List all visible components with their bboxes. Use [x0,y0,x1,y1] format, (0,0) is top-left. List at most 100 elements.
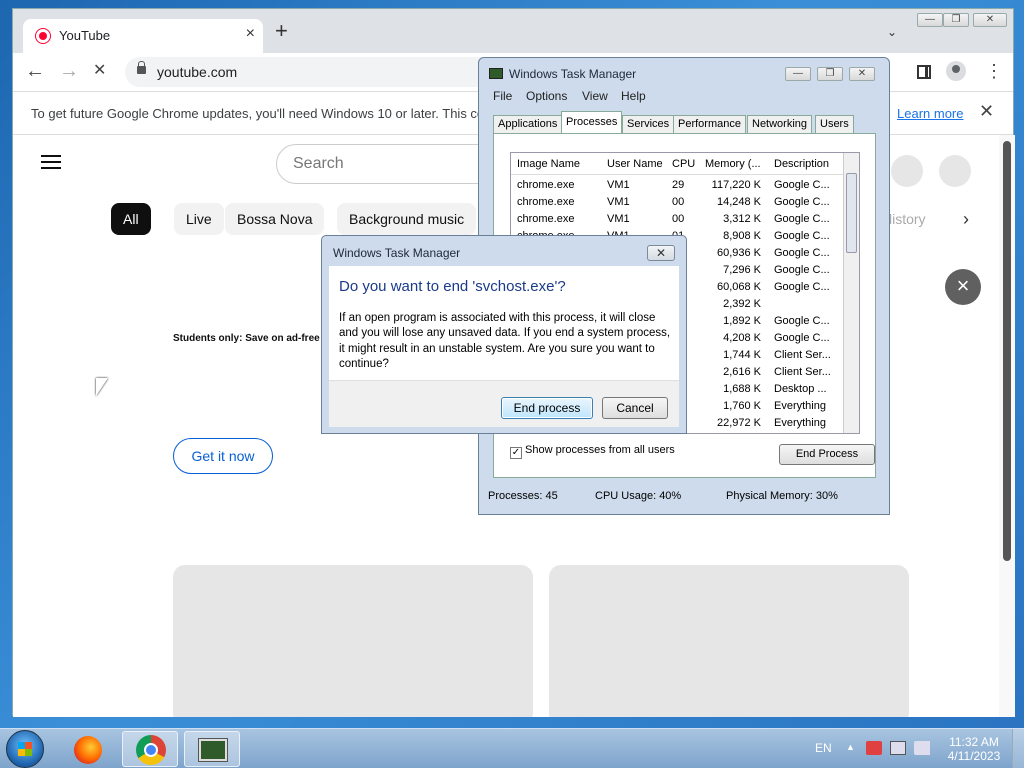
profile-icon[interactable] [946,61,966,81]
close-icon[interactable]: ✕ [647,245,675,261]
dialog-message: If an open program is associated with th… [339,312,671,370]
minimize-button[interactable]: — [917,13,943,27]
cell-description: Google C... [774,230,830,242]
placeholder-avatar [939,155,971,187]
scroll-thumb[interactable] [1003,141,1011,561]
tab-networking[interactable]: Networking [747,115,813,133]
menu-view[interactable]: View [582,89,608,103]
cell-memory: 7,296 K [723,264,761,276]
chip-partial[interactable]: listory [889,211,926,227]
dialog-body: Do you want to end 'svchost.exe'? If an … [329,266,679,427]
cell-memory: 2,392 K [723,298,761,310]
end-process-dialog: Windows Task Manager ✕ Do you want to en… [321,235,687,434]
cell-user-name: VM1 [607,196,630,208]
cell-description: Client Ser... [774,349,831,361]
checkbox-label: Show processes from all users [525,444,675,456]
table-row[interactable]: chrome.exe VM1 00 14,248 K Google C... [511,194,845,211]
back-arrow-icon[interactable]: ← [25,61,45,81]
window-title: Windows Task Manager [509,67,637,81]
maximize-button[interactable]: ❐ [817,67,843,81]
close-window-button[interactable]: ✕ [849,67,875,81]
video-thumbnail-placeholder[interactable] [549,565,909,717]
page-scrollbar[interactable] [999,135,1015,717]
cell-description: Google C... [774,264,830,276]
cell-description: Everything [774,417,826,429]
chevron-right-icon[interactable]: › [963,209,969,230]
cell-memory: 4,208 K [723,332,761,344]
task-manager-icon [489,68,503,79]
chip-all[interactable]: All [111,203,151,235]
mouse-cursor-icon [96,378,108,396]
cell-memory: 1,892 K [723,315,761,327]
side-panel-icon[interactable] [917,65,931,79]
tab-performance[interactable]: Performance [673,115,746,133]
maximize-button[interactable]: ❐ [943,13,969,27]
menu-help[interactable]: Help [621,89,646,103]
chrome-menu-icon[interactable]: ⋮ [985,61,1003,82]
forward-arrow-icon[interactable]: → [59,61,79,81]
taskbar-chrome[interactable] [122,731,178,767]
video-thumbnail-placeholder[interactable] [173,565,533,717]
tab-search-icon[interactable]: ⌄ [887,25,897,39]
address-bar[interactable]: youtube.com [125,57,485,87]
tab-processes[interactable]: Processes [561,111,623,133]
column-cpu[interactable]: CPU [672,158,695,170]
chip-live[interactable]: Live [174,203,224,235]
menu-file[interactable]: File [493,89,512,103]
column-user-name[interactable]: User Name [607,158,663,170]
chip-background-music[interactable]: Background music [337,203,477,235]
table-row[interactable]: chrome.exe VM1 00 3,312 K Google C... [511,211,845,228]
column-memory[interactable]: Memory (... [705,158,761,170]
promo-text: Students only: Save on ad-free [173,333,320,344]
taskbar-task-manager[interactable] [184,731,240,767]
end-process-button[interactable]: End Process [779,444,875,465]
cell-description: Google C... [774,213,830,225]
infobar-close-icon[interactable]: ✕ [979,101,994,122]
tab-applications[interactable]: Applications [493,115,563,133]
learn-more-link[interactable]: Learn more [897,106,963,121]
action-center-icon[interactable] [866,741,882,755]
clock-date: 4/11/2023 [947,749,1001,763]
cell-description: Desktop ... [774,383,827,395]
tab-services[interactable]: Services [622,115,675,133]
table-row[interactable]: chrome.exe VM1 29 117,220 K Google C... [511,177,845,194]
cancel-button[interactable]: Cancel [602,397,668,419]
new-tab-button[interactable]: + [275,20,288,42]
tab-strip: YouTube × + ⌄ — ❐ ✕ [13,9,1013,53]
stop-loading-icon[interactable]: ✕ [93,61,106,81]
dialog-title: Windows Task Manager [333,246,461,260]
cell-user-name: VM1 [607,213,630,225]
chip-bossa-nova[interactable]: Bossa Nova [225,203,325,235]
close-icon[interactable]: × [945,269,981,305]
clock[interactable]: 11:32 AM 4/11/2023 [946,735,1002,763]
table-scrollbar[interactable] [843,153,859,433]
volume-icon[interactable] [914,741,930,755]
column-description[interactable]: Description [774,158,829,170]
hamburger-menu-icon[interactable] [41,155,61,169]
chrome-icon [136,735,166,765]
cell-description: Google C... [774,315,830,327]
language-indicator[interactable]: EN [815,741,832,755]
show-desktop-button[interactable] [1012,729,1024,768]
cell-memory: 1,744 K [723,349,761,361]
show-all-users-checkbox[interactable]: ✓ Show processes from all users [510,444,675,459]
scroll-thumb[interactable] [846,173,857,253]
show-hidden-icons-icon[interactable]: ▲ [846,742,855,752]
taskbar-firefox[interactable] [60,731,116,767]
tab-users[interactable]: Users [815,115,854,133]
dialog-footer: End process Cancel [329,380,679,427]
end-process-confirm-button[interactable]: End process [501,397,593,419]
minimize-button[interactable]: — [785,67,811,81]
get-it-now-button[interactable]: Get it now [173,438,273,474]
cell-image-name: chrome.exe [517,213,575,225]
close-window-button[interactable]: ✕ [973,13,1007,27]
column-image-name[interactable]: Image Name [517,158,580,170]
start-button[interactable] [6,730,44,768]
checkbox-icon[interactable]: ✓ [510,447,522,459]
clock-time: 11:32 AM [949,735,999,749]
network-icon[interactable] [890,741,906,755]
status-memory: Physical Memory: 30% [726,490,838,502]
tab-close-icon[interactable]: × [246,25,255,43]
tab-youtube[interactable]: YouTube × [23,19,263,53]
menu-options[interactable]: Options [526,89,567,103]
